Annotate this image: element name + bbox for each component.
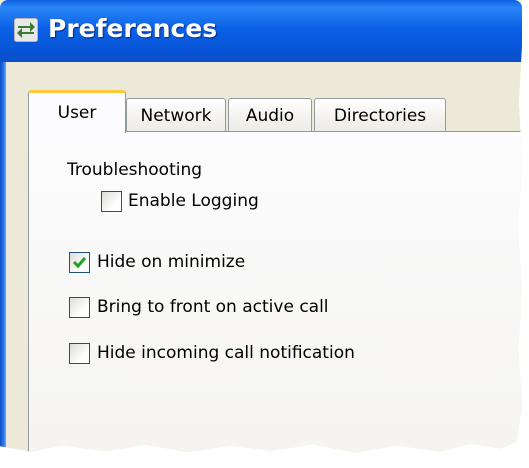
hide-on-minimize-checkbox[interactable] bbox=[69, 252, 90, 273]
enable-logging-checkbox[interactable] bbox=[101, 191, 122, 212]
enable-logging-label[interactable]: Enable Logging bbox=[128, 191, 259, 211]
troubleshooting-heading: Troubleshooting bbox=[67, 160, 203, 180]
bring-to-front-checkbox[interactable] bbox=[69, 297, 90, 318]
title-bar[interactable]: Preferences bbox=[0, 0, 522, 62]
hide-incoming-call-notification-label[interactable]: Hide incoming call notification bbox=[97, 343, 355, 363]
hide-on-minimize-label[interactable]: Hide on minimize bbox=[97, 252, 245, 272]
window-title: Preferences bbox=[48, 14, 218, 43]
tab-audio[interactable]: Audio bbox=[228, 98, 312, 132]
tab-strip: User Network Audio Directories bbox=[28, 90, 522, 133]
preferences-window: Preferences User Network Audio Directori… bbox=[0, 0, 522, 453]
tab-network[interactable]: Network bbox=[126, 98, 226, 132]
tab-directories-label: Directories bbox=[333, 105, 427, 126]
tab-network-label: Network bbox=[140, 105, 212, 126]
tab-user-label: User bbox=[57, 103, 97, 123]
checkmark-icon bbox=[72, 257, 87, 269]
user-tab-panel: Troubleshooting Enable Logging Hide on m… bbox=[28, 131, 522, 453]
bring-to-front-label[interactable]: Bring to front on active call bbox=[97, 297, 329, 317]
tab-user[interactable]: User bbox=[28, 90, 126, 133]
tab-directories[interactable]: Directories bbox=[314, 98, 446, 132]
hide-incoming-call-notification-checkbox[interactable] bbox=[69, 343, 90, 364]
app-swap-icon bbox=[13, 17, 39, 43]
tab-audio-label: Audio bbox=[245, 105, 295, 126]
